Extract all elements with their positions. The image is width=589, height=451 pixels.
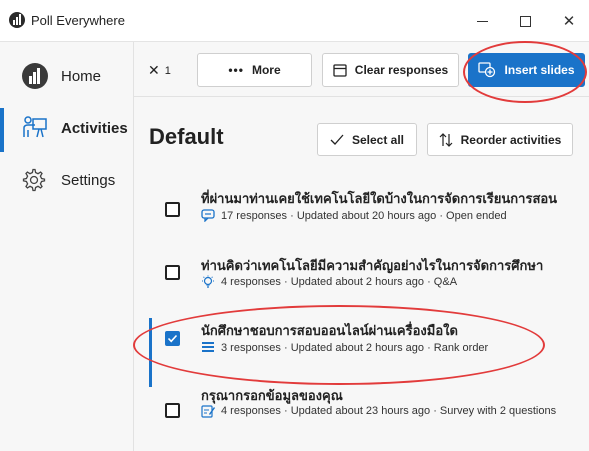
activity-meta: 17 responses · Updated about 20 hours ag… xyxy=(201,207,581,225)
title-bar: Poll Everywhere ✕ xyxy=(0,0,589,42)
activity-meta-text: 4 responses · Updated about 2 hours ago … xyxy=(221,276,458,288)
activity-item-selected[interactable]: นักศึกษาชอบการสอบออนไลน์ผ่านเครื่องมือใด… xyxy=(134,318,589,392)
selection-count[interactable]: ✕ 1 xyxy=(148,62,171,79)
list-icon xyxy=(202,342,214,352)
active-indicator xyxy=(0,108,4,152)
sidebar-item-label: Settings xyxy=(61,171,116,189)
sidebar: Home Activities Settings xyxy=(0,42,134,451)
page-title: Default xyxy=(149,124,224,149)
sidebar-item-label: Home xyxy=(61,67,102,85)
sidebar-item-settings[interactable]: Settings xyxy=(0,154,134,206)
activity-item[interactable]: ที่ผ่านมาท่านเคยใช้เทคโนโลยีใดบ้างในการจ… xyxy=(134,184,589,254)
activity-title: ที่ผ่านมาท่านเคยใช้เทคโนโลยีใดบ้างในการจ… xyxy=(201,191,558,206)
activity-checkbox[interactable] xyxy=(165,265,180,280)
activity-meta-text: 17 responses · Updated about 20 hours ag… xyxy=(221,210,507,222)
activity-checkbox[interactable] xyxy=(165,202,180,217)
checkmark-icon xyxy=(330,134,344,145)
poll-everywhere-logo-icon xyxy=(22,63,48,89)
maximize-button[interactable] xyxy=(505,6,545,36)
reorder-activities-button[interactable]: Reorder activities xyxy=(427,123,573,156)
more-dots-icon: ••• xyxy=(228,63,244,77)
survey-icon xyxy=(201,405,215,418)
presentation-icon xyxy=(23,116,47,138)
insert-slides-label: Insert slides xyxy=(504,63,575,77)
selection-indicator xyxy=(149,318,152,387)
add-slides-icon xyxy=(478,62,496,78)
clear-responses-label: Clear responses xyxy=(354,63,449,77)
select-all-label: Select all xyxy=(351,132,405,147)
close-window-button[interactable]: ✕ xyxy=(549,6,589,36)
gear-icon xyxy=(22,168,46,192)
sidebar-item-label: Activities xyxy=(61,119,128,137)
activity-item[interactable]: ท่านคิดว่าเทคโนโลยีมีความสำคัญอย่างไรในก… xyxy=(134,255,589,325)
activity-meta-text: 3 responses · Updated about 2 hours ago … xyxy=(221,342,489,354)
clear-icon xyxy=(333,63,347,77)
sidebar-item-activities[interactable]: Activities xyxy=(0,102,134,154)
select-all-button[interactable]: Select all xyxy=(317,123,417,156)
activity-item[interactable]: กรุณากรอกข้อมูลของคุณ 4 responses · Upda… xyxy=(134,385,589,451)
reorder-icon xyxy=(439,132,453,147)
insert-slides-button[interactable]: Insert slides xyxy=(468,53,585,87)
more-label: More xyxy=(251,63,281,77)
activity-meta: 4 responses · Updated about 23 hours ago… xyxy=(201,402,581,420)
more-button[interactable]: ••• More xyxy=(197,53,312,87)
activity-checkbox-checked[interactable] xyxy=(165,331,180,346)
close-icon: ✕ xyxy=(148,62,160,78)
speech-bubble-icon xyxy=(201,209,215,222)
maximize-icon xyxy=(519,15,531,27)
checkmark-icon xyxy=(167,334,178,343)
reorder-label: Reorder activities xyxy=(460,132,562,147)
activity-meta: 3 responses · Updated about 2 hours ago … xyxy=(201,339,581,357)
activity-meta-text: 4 responses · Updated about 23 hours ago… xyxy=(221,405,557,417)
activity-title: นักศึกษาชอบการสอบออนไลน์ผ่านเครื่องมือใด xyxy=(201,323,458,338)
window-title: Poll Everywhere xyxy=(31,13,125,28)
close-icon: ✕ xyxy=(562,13,576,30)
lightbulb-icon xyxy=(202,275,214,288)
activity-meta: 4 responses · Updated about 2 hours ago … xyxy=(201,273,581,291)
main-panel: ✕ 1 ••• More Clear responses Insert slid… xyxy=(134,42,589,451)
activity-checkbox[interactable] xyxy=(165,403,180,418)
sidebar-item-home[interactable]: Home xyxy=(0,50,134,102)
minimize-button[interactable] xyxy=(462,6,502,36)
toolbar: ✕ 1 ••• More Clear responses Insert slid… xyxy=(134,42,589,97)
minimize-icon xyxy=(476,20,488,22)
clear-responses-button[interactable]: Clear responses xyxy=(322,53,459,87)
selected-count: 1 xyxy=(164,64,171,77)
poll-everywhere-logo-icon xyxy=(9,12,25,28)
